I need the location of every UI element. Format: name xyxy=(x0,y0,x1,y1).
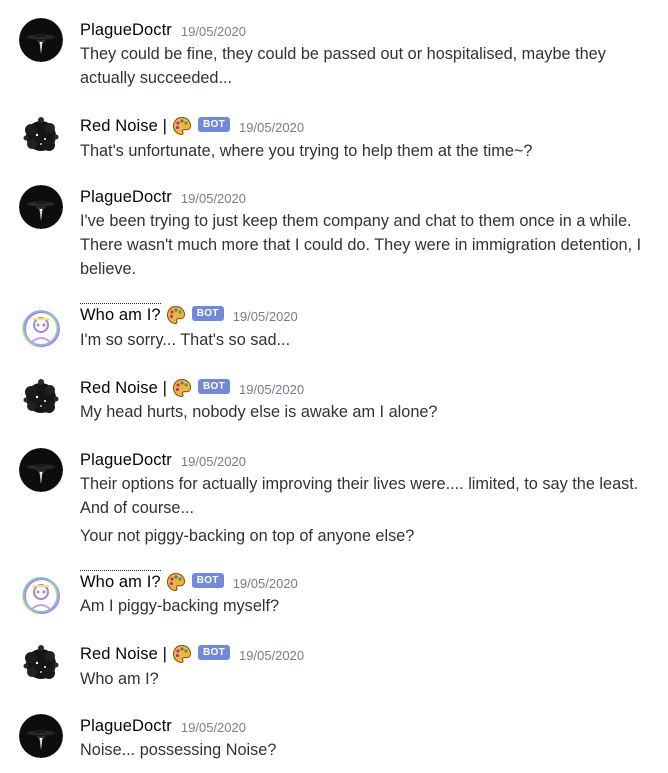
message-text: actually succeeded... xyxy=(80,69,233,87)
palette-icon xyxy=(166,572,186,592)
message-text: That's unfortunate, where you trying to … xyxy=(80,142,533,160)
message-text: I'm so sorry... That's so sad... xyxy=(80,331,291,349)
palette-icon xyxy=(172,644,192,664)
timestamp: 19/05/2020 xyxy=(239,381,305,397)
message-text: I've been trying to just keep them compa… xyxy=(80,212,632,230)
avatar-plague-doctor[interactable] xyxy=(19,448,63,492)
plague-doctor-icon xyxy=(19,448,63,492)
palette-icon xyxy=(172,116,192,136)
timestamp: 19/05/2020 xyxy=(232,308,298,324)
bot-tag: BOT xyxy=(198,116,231,132)
timestamp: 19/05/2020 xyxy=(239,119,305,135)
username[interactable]: Who am I? xyxy=(80,302,161,325)
plague-doctor-icon xyxy=(19,714,63,758)
avatar-plague-doctor[interactable] xyxy=(19,714,63,758)
message-text: My head hurts, nobody else is awake am I… xyxy=(80,403,438,421)
timestamp: 19/05/2020 xyxy=(232,575,298,591)
avatar-red-noise[interactable] xyxy=(19,376,63,420)
username[interactable]: Who am I? xyxy=(80,569,161,592)
timestamp: 19/05/2020 xyxy=(180,190,246,206)
message-text: And of course... xyxy=(80,499,195,517)
username[interactable]: Red Noise | xyxy=(80,117,167,136)
timestamp: 19/05/2020 xyxy=(239,647,305,663)
message-text: Their options for actually improving the… xyxy=(80,475,639,493)
avatar-red-noise[interactable] xyxy=(19,642,63,686)
message-text: Am I piggy-backing myself? xyxy=(80,597,280,615)
red-noise-icon xyxy=(19,376,63,420)
message-text: Who am I? xyxy=(80,670,159,688)
bot-tag: BOT xyxy=(191,305,224,321)
message-text-followup: Your not piggy-backing on top of anyone … xyxy=(80,527,415,545)
bot-tag: BOT xyxy=(198,644,231,660)
message-text: believe. xyxy=(80,260,137,278)
timestamp: 19/05/2020 xyxy=(180,23,246,39)
avatar-who-am-i[interactable] xyxy=(19,574,63,618)
palette-icon xyxy=(166,305,186,325)
avatar-who-am-i[interactable] xyxy=(19,307,63,351)
plague-doctor-icon xyxy=(19,185,63,229)
username[interactable]: Red Noise | xyxy=(80,645,167,664)
red-noise-icon xyxy=(19,114,63,158)
username[interactable]: Red Noise | xyxy=(80,379,167,398)
username[interactable]: PlagueDoctr xyxy=(80,188,172,207)
message-list[interactable]: PlagueDoctr 19/05/2020 They could be fin… xyxy=(0,0,668,773)
username[interactable]: PlagueDoctr xyxy=(80,21,172,40)
bot-tag: BOT xyxy=(198,378,231,394)
avatar-red-noise[interactable] xyxy=(19,114,63,158)
username[interactable]: PlagueDoctr xyxy=(80,451,172,470)
timestamp: 19/05/2020 xyxy=(180,453,246,469)
username[interactable]: PlagueDoctr xyxy=(80,717,172,736)
palette-icon xyxy=(172,378,192,398)
bot-tag: BOT xyxy=(191,572,224,588)
plague-doctor-icon xyxy=(19,18,63,62)
red-noise-icon xyxy=(19,642,63,686)
message-text: There wasn't much more that I could do. … xyxy=(80,236,642,254)
message-text: They could be fine, they could be passed… xyxy=(80,45,606,63)
timestamp: 19/05/2020 xyxy=(180,719,246,735)
message-text: Noise... possessing Noise? xyxy=(80,741,277,759)
glitch-face-icon xyxy=(19,307,63,351)
glitch-face-icon xyxy=(19,574,63,618)
avatar-plague-doctor[interactable] xyxy=(19,18,63,62)
avatar-plague-doctor[interactable] xyxy=(19,185,63,229)
